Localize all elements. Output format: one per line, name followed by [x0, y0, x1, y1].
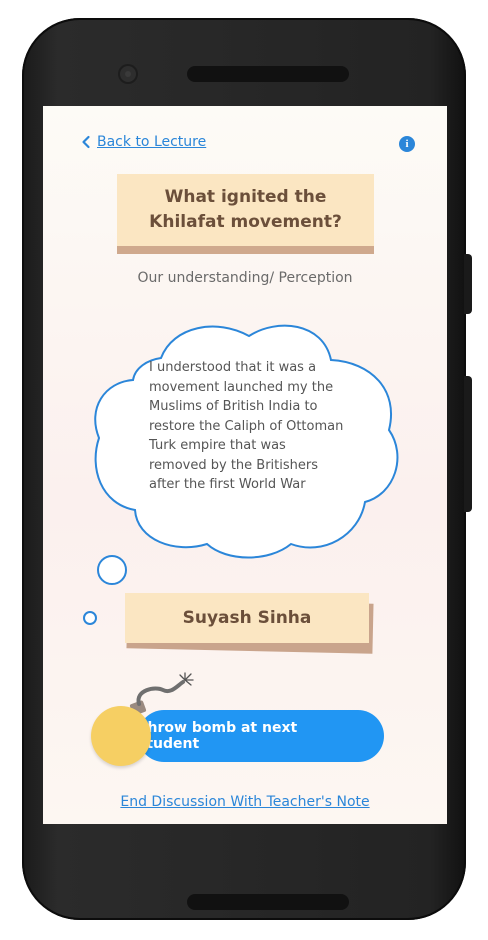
top-speaker: [187, 66, 349, 82]
end-discussion-link[interactable]: End Discussion With Teacher's Note: [43, 794, 447, 810]
chevron-left-icon: [82, 135, 90, 149]
phone-side-button: [464, 254, 472, 314]
camera-icon: [120, 66, 136, 82]
bomb-icon[interactable]: [91, 706, 151, 766]
throw-bomb-label: Throw bomb at next student: [138, 720, 298, 752]
back-to-lecture-link[interactable]: Back to Lecture: [79, 134, 206, 150]
section-subtitle: Our understanding/ Perception: [137, 270, 353, 286]
name-card-paper: Suyash Sinha: [125, 593, 369, 643]
phone-side-button: [464, 376, 472, 512]
info-icon[interactable]: i: [399, 136, 415, 152]
question-title: What ignited the Khilafat movement?: [149, 187, 342, 232]
back-link-label: Back to Lecture: [97, 134, 207, 150]
thought-bubble-large: [97, 555, 127, 585]
thought-bubble-small: [83, 611, 97, 625]
question-card: What ignited the Khilafat movement?: [117, 174, 374, 254]
student-name-card: Suyash Sinha: [125, 593, 374, 654]
student-name: Suyash Sinha: [182, 608, 312, 628]
answer-text: I understood that it was a movement laun…: [149, 360, 344, 492]
bottom-speaker: [187, 894, 349, 910]
app-screen: Back to Lecture i What ignited the Khila…: [43, 106, 447, 824]
